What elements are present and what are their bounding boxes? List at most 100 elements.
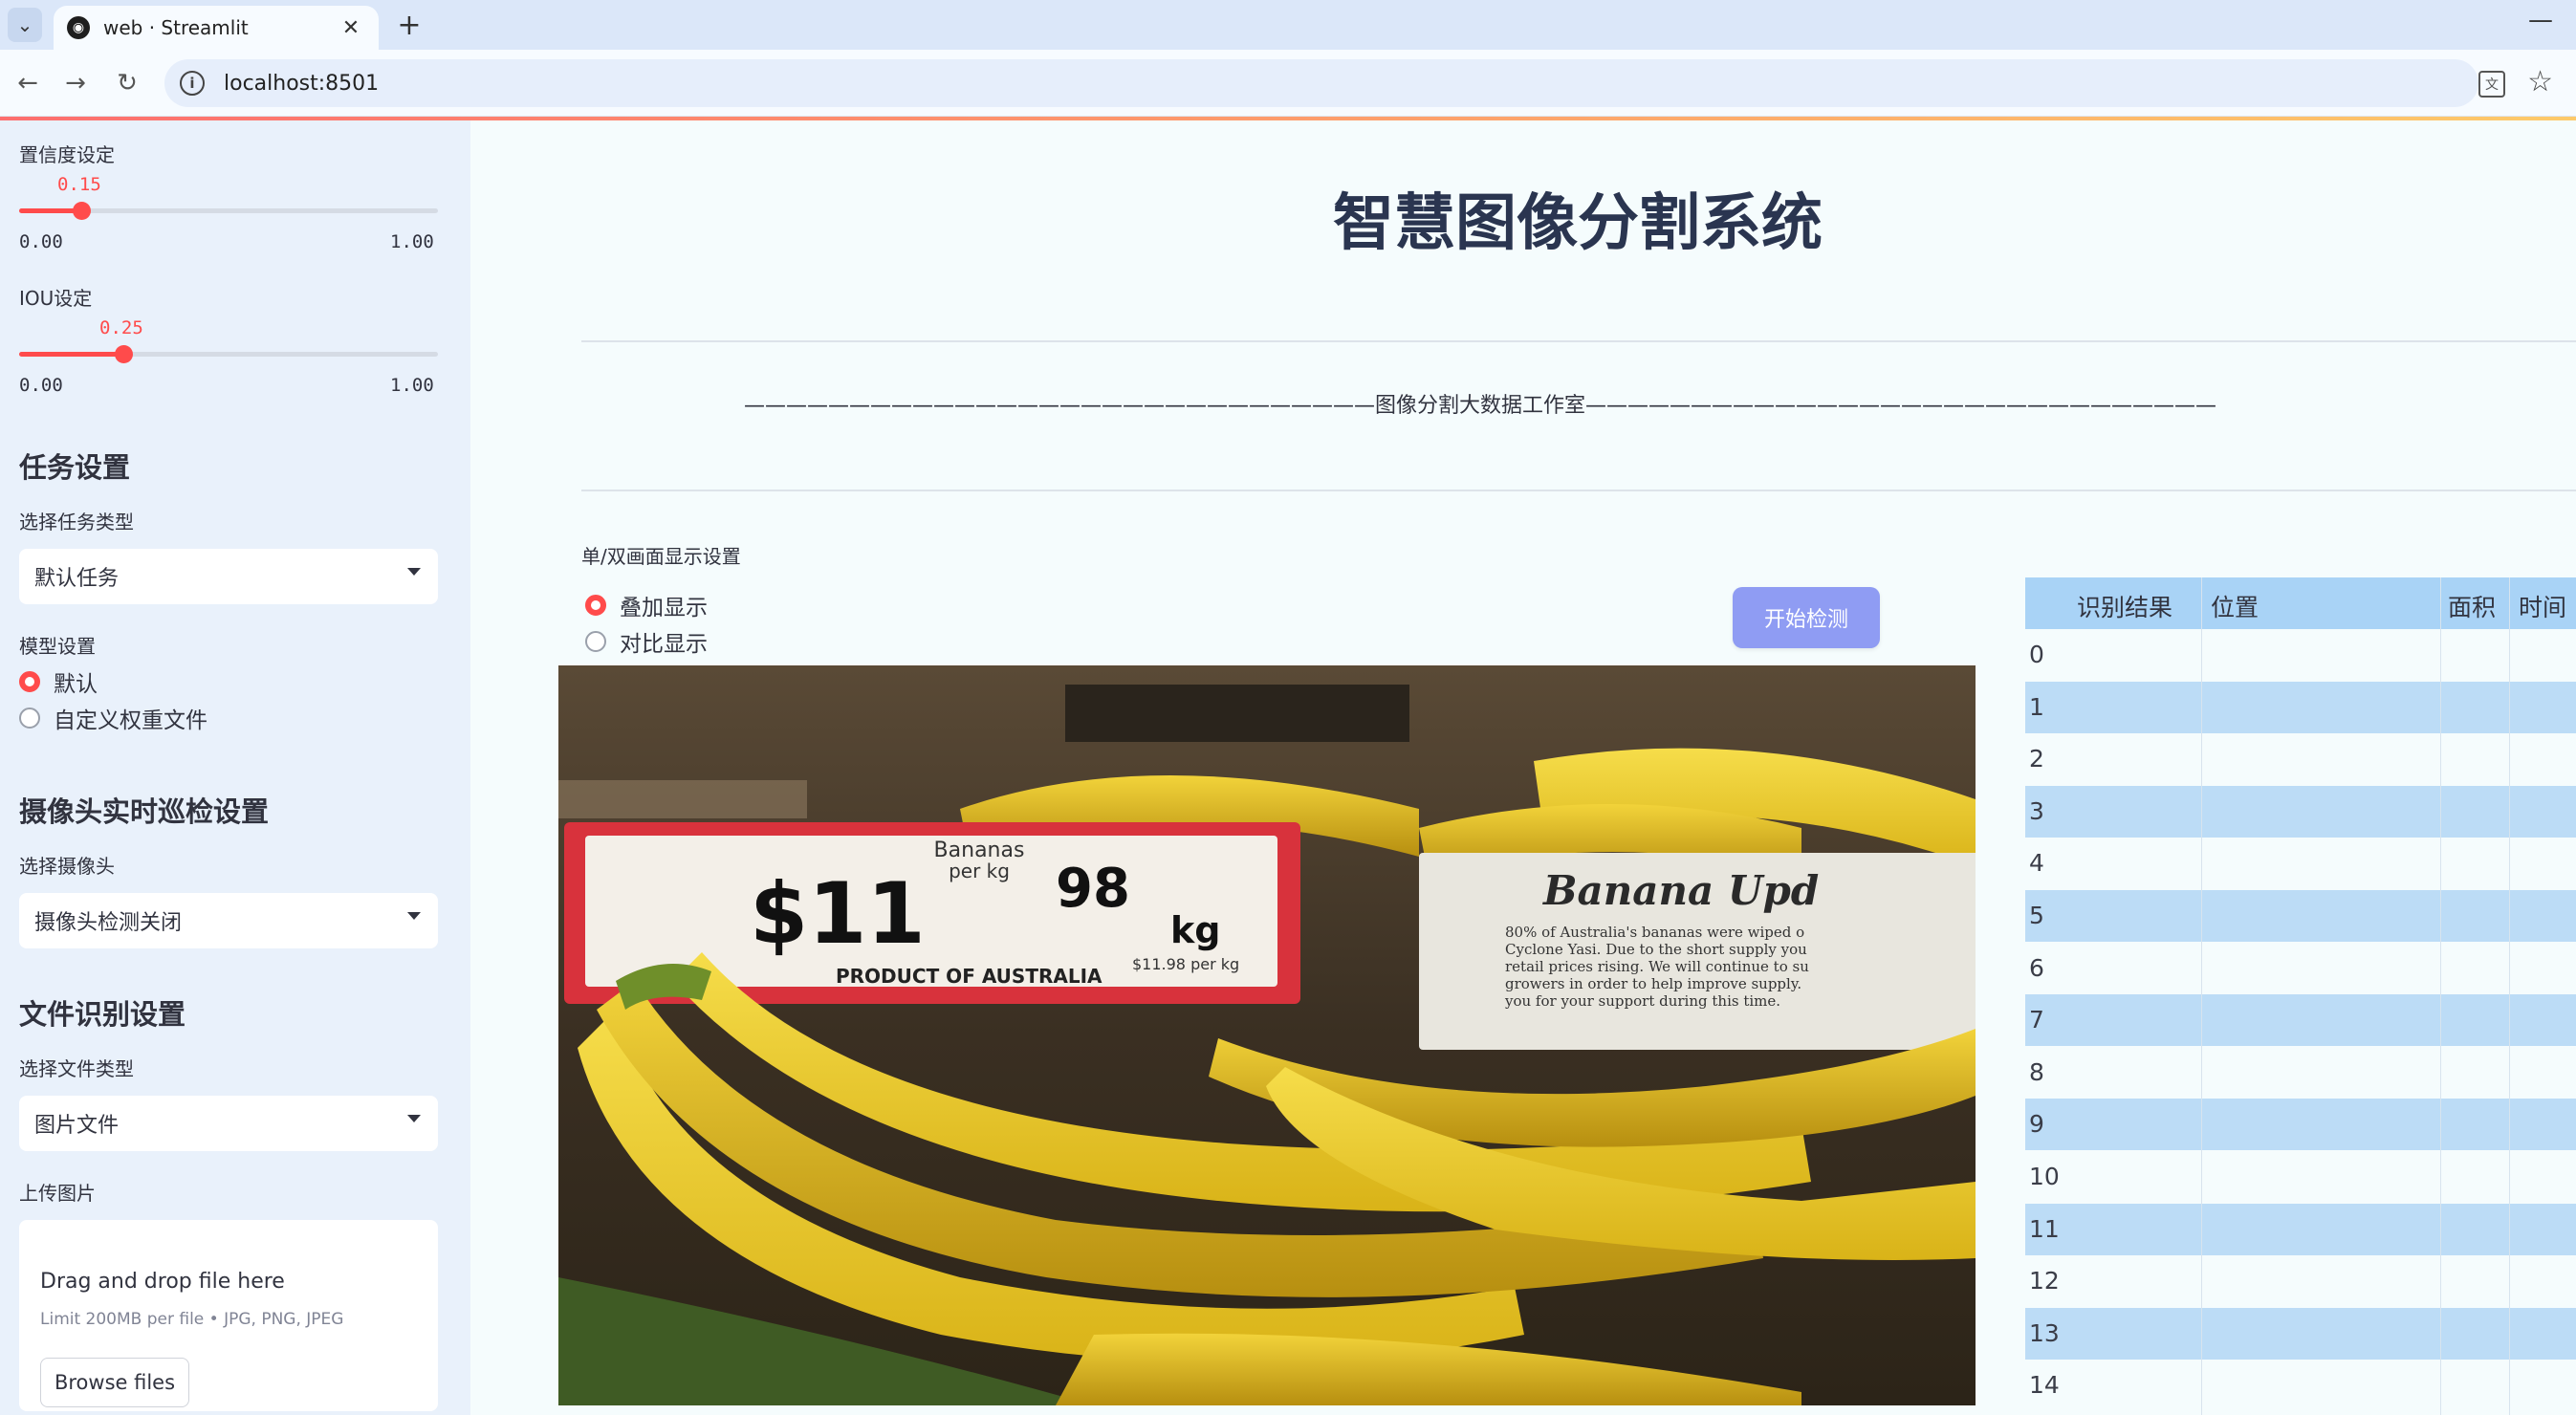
iou-slider[interactable] <box>19 345 438 363</box>
tab-title: web · Streamlit <box>103 16 249 39</box>
row-index: 8 <box>2029 1057 2044 1086</box>
model-option-label: 自定义权重文件 <box>54 708 207 733</box>
confidence-slider-thumb[interactable] <box>73 202 91 220</box>
iou-slider-fill <box>19 352 123 357</box>
row-index: 3 <box>2029 796 2044 825</box>
display-option-compare[interactable]: 对比显示 <box>585 625 708 658</box>
table-row[interactable]: 6 <box>2025 942 2576 994</box>
url-text: localhost:8501 <box>224 71 380 96</box>
column-header[interactable]: 面积 <box>2448 589 2496 623</box>
column-divider <box>2440 577 2441 1415</box>
confidence-min: 0.00 <box>19 231 63 252</box>
results-table[interactable]: 识别结果 位置 面积 时间 0 1 2 3 4 5 6 7 8 9 10 11 12 13 14 <box>2025 577 2576 1415</box>
table-row[interactable]: 2 <box>2025 733 2576 786</box>
row-index: 4 <box>2029 849 2044 878</box>
url-input[interactable]: i localhost:8501 <box>164 59 2478 107</box>
camera-label: 选择摄像头 <box>19 855 115 878</box>
task-type-select[interactable]: 默认任务 <box>19 549 438 604</box>
tab-close-icon[interactable]: ✕ <box>337 16 365 40</box>
browser-tab[interactable]: ◉ web · Streamlit ✕ <box>54 6 379 50</box>
window-minimize-icon[interactable]: — <box>2528 6 2553 34</box>
price-tag-unit: per kg <box>949 860 1010 882</box>
file-type-value: 图片文件 <box>34 1114 120 1138</box>
notice-line: growers in order to help improve supply. <box>1505 975 1801 992</box>
iou-max: 1.00 <box>390 375 434 396</box>
table-row[interactable]: 13 <box>2025 1307 2576 1360</box>
notice-line: you for your support during this time. <box>1504 992 1780 1010</box>
table-row[interactable]: 3 <box>2025 785 2576 838</box>
column-header[interactable]: 时间 <box>2519 589 2566 623</box>
radio-unselected-icon[interactable] <box>585 631 606 652</box>
table-row[interactable]: 4 <box>2025 838 2576 890</box>
display-option-label: 叠加显示 <box>620 596 708 620</box>
price-cents: 98 <box>1056 858 1130 920</box>
table-row[interactable]: 1 <box>2025 681 2576 733</box>
row-index: 11 <box>2029 1214 2060 1243</box>
chevron-down-icon <box>407 1115 421 1122</box>
translate-icon[interactable]: 文 <box>2478 71 2505 98</box>
iou-slider-thumb[interactable] <box>115 345 133 363</box>
radio-unselected-icon[interactable] <box>19 708 40 729</box>
divider <box>581 490 2576 491</box>
task-type-label: 选择任务类型 <box>19 511 134 533</box>
table-row[interactable]: 14 <box>2025 1360 2576 1412</box>
table-row[interactable]: 12 <box>2025 1255 2576 1308</box>
iou-min: 0.00 <box>19 375 63 396</box>
column-header[interactable]: 识别结果 <box>2077 589 2172 623</box>
confidence-slider[interactable] <box>19 202 438 220</box>
table-row[interactable]: 7 <box>2025 994 2576 1047</box>
browse-files-button[interactable]: Browse files <box>40 1358 189 1407</box>
task-section-heading: 任务设置 <box>19 451 131 484</box>
file-type-select[interactable]: 图片文件 <box>19 1096 438 1151</box>
back-arrow-icon[interactable]: ← <box>11 67 44 99</box>
browser-tab-bar: ⌄ ◉ web · Streamlit ✕ + — <box>0 0 2576 50</box>
model-label: 模型设置 <box>19 635 96 658</box>
display-option-overlay[interactable]: 叠加显示 <box>585 589 708 621</box>
camera-select[interactable]: 摄像头检测关闭 <box>19 893 438 948</box>
table-row[interactable]: 11 <box>2025 1203 2576 1255</box>
task-type-value: 默认任务 <box>34 567 120 591</box>
price-footer: PRODUCT OF AUSTRALIA <box>836 965 1102 988</box>
table-row[interactable]: 8 <box>2025 1046 2576 1099</box>
streamlit-favicon-icon: ◉ <box>67 16 90 39</box>
notice-title: Banana Upd <box>1542 867 1819 914</box>
row-index: 2 <box>2029 745 2044 773</box>
confidence-value: 0.15 <box>57 174 101 195</box>
file-type-label: 选择文件类型 <box>19 1057 134 1080</box>
display-mode-label: 单/双画面显示设置 <box>581 545 741 568</box>
bookmark-star-icon[interactable]: ☆ <box>2527 65 2553 98</box>
chevron-down-icon <box>407 912 421 920</box>
confidence-max: 1.00 <box>390 231 434 252</box>
start-detection-button[interactable]: 开始检测 <box>1733 587 1880 648</box>
forward-arrow-icon[interactable]: → <box>59 67 92 99</box>
reload-icon[interactable]: ↻ <box>111 67 143 99</box>
upload-title: Drag and drop file here <box>40 1270 285 1294</box>
divider <box>581 340 2576 342</box>
row-index: 12 <box>2029 1267 2060 1295</box>
model-option-default[interactable]: 默认 <box>19 665 98 698</box>
table-header: 识别结果 位置 面积 时间 <box>2025 577 2576 629</box>
row-index: 13 <box>2029 1318 2060 1347</box>
row-index: 5 <box>2029 902 2044 929</box>
tab-list-chevron-icon[interactable]: ⌄ <box>8 8 42 42</box>
page-title: 智慧图像分割系统 <box>1333 188 1823 259</box>
model-option-custom[interactable]: 自定义权重文件 <box>19 702 207 734</box>
radio-selected-icon[interactable] <box>585 595 606 616</box>
table-row[interactable]: 0 <box>2025 629 2576 681</box>
radio-selected-icon[interactable] <box>19 671 40 692</box>
table-row[interactable]: 10 <box>2025 1151 2576 1203</box>
iou-label: IOU设定 <box>19 287 93 310</box>
file-uploader-dropzone[interactable]: Drag and drop file here Limit 200MB per … <box>19 1220 438 1411</box>
studio-caption: ——————————————————————————————图像分割大数据工作室… <box>743 394 2216 418</box>
camera-value: 摄像头检测关闭 <box>34 911 183 935</box>
site-info-icon[interactable]: i <box>180 71 205 96</box>
iou-value: 0.25 <box>99 317 143 338</box>
row-index: 6 <box>2029 953 2044 982</box>
column-header[interactable]: 位置 <box>2211 589 2259 623</box>
column-divider <box>2201 577 2202 1415</box>
new-tab-plus-icon[interactable]: + <box>392 8 426 42</box>
upload-label: 上传图片 <box>19 1182 96 1205</box>
table-row[interactable]: 9 <box>2025 1099 2576 1151</box>
table-row[interactable]: 5 <box>2025 890 2576 942</box>
display-option-label: 对比显示 <box>620 632 708 657</box>
